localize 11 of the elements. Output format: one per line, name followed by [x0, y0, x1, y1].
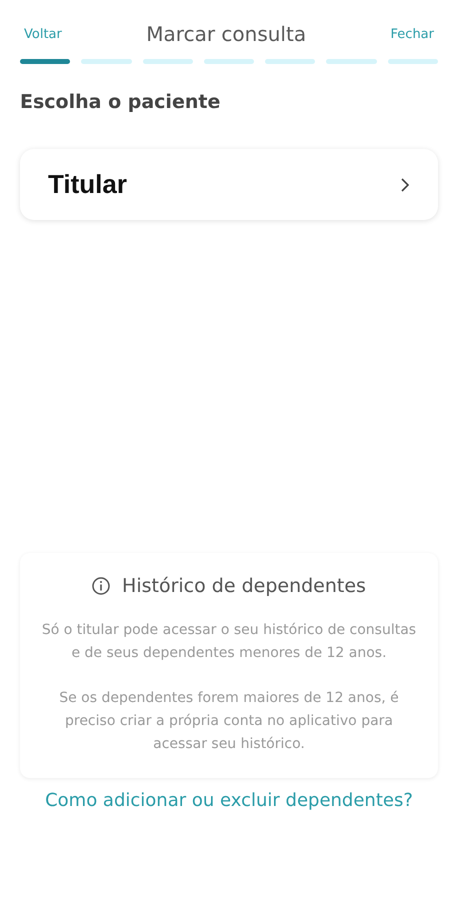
patient-option[interactable]: Titular — [20, 149, 438, 220]
help-link[interactable]: Como adicionar ou excluir dependentes? — [20, 790, 438, 811]
info-text: Se os dependentes forem maiores de 12 anos, é preciso criar a própria conta no aplicativo para acessar seu histórico. — [58, 689, 400, 754]
info-text: Só o titular pode acessar o seu histórico de consultas e de seus dependentes menores de 12 anos. — [40, 621, 418, 663]
info-icon — [92, 577, 110, 595]
chevron-right-icon — [400, 176, 410, 192]
back-button[interactable]: Voltar — [20, 26, 66, 42]
section-title: Escolha o paciente — [20, 91, 222, 113]
info-title: Histórico de dependentes — [122, 575, 366, 597]
screen-title: Marcar consulta — [146, 22, 306, 46]
close-button[interactable]: Fechar — [386, 26, 438, 42]
